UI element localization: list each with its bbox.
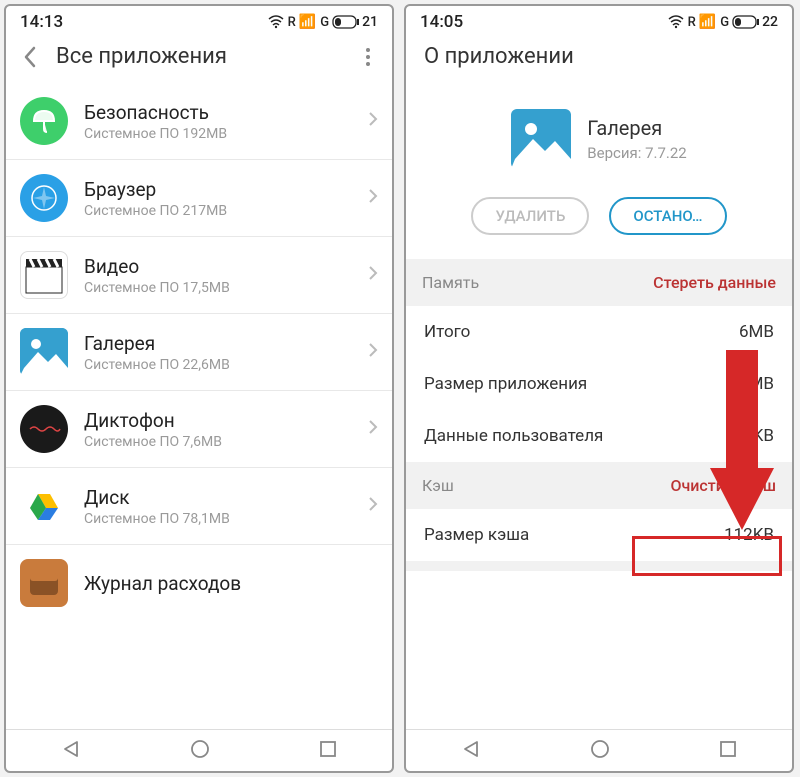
memory-userdata-row: Данные пользователя 96KB <box>406 410 792 462</box>
clear-data-button[interactable]: Стереть данные <box>653 273 776 292</box>
battery-icon <box>732 15 760 29</box>
uninstall-button[interactable]: УДАЛИТЬ <box>471 197 589 235</box>
row-label: Размер приложения <box>424 374 587 394</box>
clock: 14:13 <box>20 12 63 32</box>
clear-cache-button[interactable]: Очистить кэш <box>670 476 776 495</box>
app-name: Браузер <box>84 178 352 201</box>
wifi-icon <box>668 15 684 29</box>
row-value: MB <box>749 374 774 394</box>
chevron-right-icon <box>368 188 378 208</box>
nav-home-icon[interactable] <box>590 739 610 763</box>
umbrella-icon <box>20 97 68 145</box>
cache-size-row: Размер кэша 112KB <box>406 509 792 561</box>
chevron-right-icon <box>368 111 378 131</box>
navbar <box>406 729 792 771</box>
drive-icon <box>20 482 68 530</box>
row-value: 112KB <box>724 525 774 545</box>
memory-section-header: Память Стереть данные <box>406 259 792 306</box>
app-name: Журнал расходов <box>84 572 378 595</box>
nav-recent-icon[interactable] <box>319 740 337 762</box>
page-title: Все приложения <box>56 44 342 69</box>
app-row-security[interactable]: Безопасность Системное ПО 192MB <box>6 83 392 160</box>
nav-back-icon[interactable] <box>61 739 81 763</box>
memory-label: Память <box>422 273 479 292</box>
signal-bars-icon: 📶 <box>699 14 716 30</box>
status-icons: R 📶 G 22 <box>668 14 778 30</box>
nav-recent-icon[interactable] <box>719 740 737 762</box>
app-name: Безопасность <box>84 101 352 124</box>
more-icon[interactable] <box>356 45 380 69</box>
network-r: R <box>288 15 295 30</box>
spacer <box>406 561 792 571</box>
row-label: Данные пользователя <box>424 426 603 446</box>
app-row-browser[interactable]: Браузер Системное ПО 217MB <box>6 160 392 237</box>
app-sub: Системное ПО 17,5MB <box>84 280 352 296</box>
app-sub: Системное ПО 22,6MB <box>84 357 352 373</box>
app-info-screen: 14:05 R 📶 G 22 О приложении Галерея Верс… <box>404 4 794 773</box>
signal-bars-icon: 📶 <box>299 14 316 30</box>
nav-back-icon[interactable] <box>461 739 481 763</box>
chevron-right-icon <box>368 419 378 439</box>
wallet-icon <box>20 559 68 607</box>
app-row-drive[interactable]: Диск Системное ПО 78,1MB <box>6 468 392 545</box>
memory-appsize-row: Размер приложения MB <box>406 358 792 410</box>
clapper-icon <box>20 251 68 299</box>
app-sub: Системное ПО 7,6MB <box>84 434 352 450</box>
nav-home-icon[interactable] <box>190 739 210 763</box>
battery-icon <box>332 15 360 29</box>
network-g: G <box>320 15 328 30</box>
app-sub: Системное ПО 192MB <box>84 126 352 142</box>
row-value: 6MB <box>739 322 774 342</box>
row-value: 96KB <box>734 426 774 446</box>
app-version: Версия: 7.7.22 <box>587 144 686 162</box>
app-name: Диск <box>84 486 352 509</box>
force-stop-button[interactable]: ОСТАНО… <box>609 197 726 235</box>
app-name: Галерея <box>587 116 686 140</box>
battery-indicator: 22 <box>732 14 778 30</box>
statusbar: 14:13 R 📶 G 21 <box>6 6 392 34</box>
battery-percent: 21 <box>362 14 378 30</box>
action-buttons: УДАЛИТЬ ОСТАНО… <box>406 179 792 259</box>
network-r: R <box>688 15 695 30</box>
clock: 14:05 <box>420 12 463 32</box>
compass-icon <box>20 174 68 222</box>
gallery-icon <box>511 109 571 169</box>
row-label: Размер кэша <box>424 525 529 545</box>
app-row-gallery[interactable]: Галерея Системное ПО 22,6MB <box>6 314 392 391</box>
app-name: Галерея <box>84 332 352 355</box>
app-sub: Системное ПО 78,1MB <box>84 511 352 527</box>
back-icon[interactable] <box>18 45 42 69</box>
chevron-right-icon <box>368 342 378 362</box>
cache-label: Кэш <box>422 476 454 495</box>
header: Все приложения <box>6 34 392 83</box>
row-label: Итого <box>424 322 470 342</box>
status-icons: R 📶 G 21 <box>268 14 378 30</box>
gallery-icon <box>20 328 68 376</box>
battery-percent: 22 <box>762 14 778 30</box>
chevron-right-icon <box>368 496 378 516</box>
wifi-icon <box>268 15 284 29</box>
app-list: Безопасность Системное ПО 192MB Браузер … <box>6 83 392 729</box>
network-g: G <box>720 15 728 30</box>
header: О приложении <box>406 34 792 83</box>
app-name: Диктофон <box>84 409 352 432</box>
cache-section-header: Кэш Очистить кэш <box>406 462 792 509</box>
navbar <box>6 729 392 771</box>
app-row-video[interactable]: Видео Системное ПО 17,5MB <box>6 237 392 314</box>
memory-total-row: Итого 6MB <box>406 306 792 358</box>
recorder-icon <box>20 405 68 453</box>
statusbar: 14:05 R 📶 G 22 <box>406 6 792 34</box>
all-apps-screen: 14:13 R 📶 G 21 Все приложения Безопаснос… <box>4 4 394 773</box>
app-sub: Системное ПО 217MB <box>84 203 352 219</box>
chevron-right-icon <box>368 265 378 285</box>
app-row-expenses[interactable]: Журнал расходов <box>6 545 392 611</box>
page-title: О приложении <box>424 44 780 69</box>
app-row-recorder[interactable]: Диктофон Системное ПО 7,6MB <box>6 391 392 468</box>
app-summary: Галерея Версия: 7.7.22 <box>406 83 792 179</box>
battery-indicator: 21 <box>332 14 378 30</box>
app-name: Видео <box>84 255 352 278</box>
